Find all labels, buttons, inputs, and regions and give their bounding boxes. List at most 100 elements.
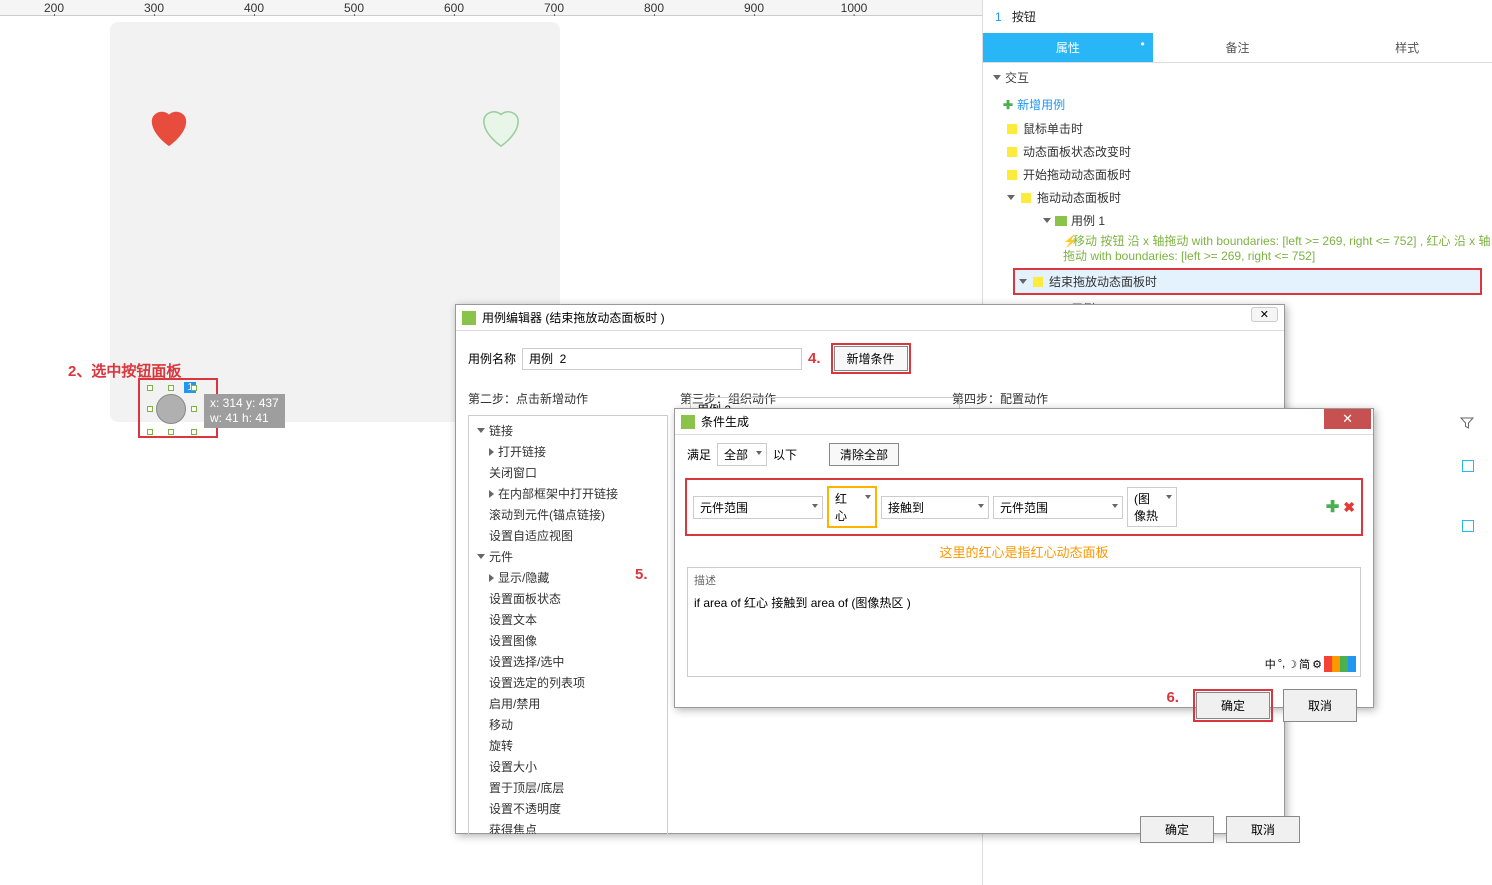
cond-type-select[interactable]: 元件范围 xyxy=(693,496,823,519)
clear-all-button[interactable]: 清除全部 xyxy=(829,443,899,466)
resize-handle[interactable] xyxy=(147,406,153,412)
ime-simp-icon[interactable]: 简 xyxy=(1299,656,1310,672)
tree-links[interactable]: 链接 xyxy=(473,420,663,441)
dialog2-titlebar[interactable]: 条件生成 ✕ xyxy=(675,409,1373,435)
action-move[interactable]: ⚡移动 按钮 沿 x 轴拖动 with boundaries: [left >=… xyxy=(1003,232,1492,266)
dialog-title: 用例编辑器 (结束拖放动态面板时 ) xyxy=(482,309,665,326)
tree-set-list-item[interactable]: 设置选定的列表项 xyxy=(473,672,663,693)
close-button[interactable]: ✕ xyxy=(1251,307,1278,322)
resize-handle[interactable] xyxy=(168,385,174,391)
tree-set-text[interactable]: 设置文本 xyxy=(473,609,663,630)
resize-handle[interactable] xyxy=(191,429,197,435)
add-row-icon[interactable]: ✚ xyxy=(1326,497,1339,517)
tree-set-selected[interactable]: 设置选择/选中 xyxy=(473,651,663,672)
checkbox-icon[interactable] xyxy=(1462,520,1474,532)
tree-rotate[interactable]: 旋转 xyxy=(473,735,663,756)
tab-notes[interactable]: 备注 xyxy=(1153,33,1323,62)
dialog-titlebar[interactable]: 用例编辑器 (结束拖放动态面板时 ) ✕ xyxy=(456,305,1284,331)
tree-bring-front-back[interactable]: 置于顶层/底层 xyxy=(473,777,663,798)
coord-wh: w: 41 h: 41 xyxy=(210,411,279,426)
condition-row: 元件范围 红心 接触到 元件范围 (图像热 ✚ ✖ xyxy=(685,478,1363,536)
ok-button[interactable]: 确定 xyxy=(1196,692,1270,719)
section-interactions[interactable]: 交互 xyxy=(983,63,1492,92)
annotation-4-box: 新增条件 xyxy=(831,343,911,374)
filter-icon[interactable] xyxy=(1460,416,1474,430)
case-name-input[interactable] xyxy=(522,348,802,370)
annotation-5: 5. xyxy=(635,566,648,583)
cond-target-type-select[interactable]: 元件范围 xyxy=(993,496,1123,519)
ime-zh-icon[interactable]: 中 xyxy=(1265,656,1276,672)
ime-moon-icon[interactable]: ☽ xyxy=(1287,658,1297,671)
tree-open-in-frame[interactable]: 在内部框架中打开链接 xyxy=(473,483,663,504)
tree-close-window[interactable]: 关闭窗口 xyxy=(473,462,663,483)
add-case-link[interactable]: ✚新增用例 xyxy=(983,92,1492,117)
close-button[interactable]: ✕ xyxy=(1324,409,1371,429)
annotation-6: 6. xyxy=(1166,689,1179,722)
cancel-button[interactable]: 取消 xyxy=(1283,689,1357,722)
tree-widgets[interactable]: 元件 xyxy=(473,546,663,567)
step2-header: 第二步：点击新增动作 xyxy=(468,386,668,411)
tree-adaptive-view[interactable]: 设置自适应视图 xyxy=(473,525,663,546)
resize-handle[interactable] xyxy=(147,385,153,391)
ruler-tick: 700 xyxy=(544,1,564,15)
ok-button[interactable]: 确定 xyxy=(1140,816,1214,843)
tree-open-link[interactable]: 打开链接 xyxy=(473,441,663,462)
annotation-6-box: 确定 xyxy=(1193,689,1273,722)
ime-toolbar[interactable]: 中 °, ☽ 简 ⚙ xyxy=(1265,656,1356,672)
annotation-4: 4. xyxy=(808,350,821,367)
tree-scroll-anchor[interactable]: 滚动到元件(锚点链接) xyxy=(473,504,663,525)
below-label: 以下 xyxy=(773,446,797,463)
ime-gear-icon[interactable]: ⚙ xyxy=(1312,658,1322,671)
expand-icon xyxy=(1043,218,1051,223)
ruler-tick: 600 xyxy=(444,1,464,15)
cond-widget-select[interactable]: 红心 xyxy=(827,486,877,528)
ruler-tick: 1000 xyxy=(841,1,868,15)
ruler-tick: 200 xyxy=(44,1,64,15)
tab-properties[interactable]: 属性• xyxy=(983,33,1153,62)
tree-move[interactable]: 移动 xyxy=(473,714,663,735)
app-icon xyxy=(681,415,695,429)
cancel-button[interactable]: 取消 xyxy=(1226,816,1300,843)
event-icon xyxy=(1033,277,1043,287)
checkbox-icon[interactable] xyxy=(1462,460,1474,472)
resize-handle[interactable] xyxy=(191,385,197,391)
remove-row-icon[interactable]: ✖ xyxy=(1343,499,1355,516)
case-name-label: 用例名称 xyxy=(468,350,516,367)
event-panel-state-change[interactable]: 动态面板状态改变时 xyxy=(1003,140,1492,163)
event-icon xyxy=(1007,147,1017,157)
case-row[interactable]: 用例 1 xyxy=(1003,209,1492,232)
cond-operator-select[interactable]: 接触到 xyxy=(881,496,989,519)
tree-focus[interactable]: 获得焦点 xyxy=(473,819,663,835)
tab-style[interactable]: 样式 xyxy=(1322,33,1492,62)
event-drag-start[interactable]: 开始拖动动态面板时 xyxy=(1003,163,1492,186)
add-condition-button[interactable]: 新增条件 xyxy=(834,346,908,371)
match-all-select[interactable]: 全部 xyxy=(717,443,767,466)
widget-name: 按钮 xyxy=(1012,10,1036,24)
coord-xy: x: 314 y: 437 xyxy=(210,396,279,411)
event-onclick[interactable]: 鼠标单击时 xyxy=(1003,117,1492,140)
annotation-3-box: 结束拖放动态面板时 xyxy=(1013,268,1482,295)
resize-handle[interactable] xyxy=(191,406,197,412)
bolt-icon: ⚡ xyxy=(1063,234,1073,249)
tree-set-image[interactable]: 设置图像 xyxy=(473,630,663,651)
action-tree[interactable]: 链接 打开链接 关闭窗口 在内部框架中打开链接 滚动到元件(锚点链接) 设置自适… xyxy=(468,415,668,835)
event-drag-drop[interactable]: 结束拖放动态面板时 xyxy=(1015,270,1480,293)
event-drag[interactable]: 拖动动态面板时 xyxy=(1003,186,1492,209)
heart-outline-icon[interactable] xyxy=(478,106,524,151)
cond-target-select[interactable]: (图像热 xyxy=(1127,487,1177,527)
ruler-tick: 300 xyxy=(144,1,164,15)
tree-set-opacity[interactable]: 设置不透明度 xyxy=(473,798,663,819)
plus-icon: ✚ xyxy=(1003,98,1013,112)
inspector-title: 1 按钮 xyxy=(983,0,1492,33)
ruler-tick: 500 xyxy=(344,1,364,15)
ruler-tick: 400 xyxy=(244,1,264,15)
heart-red-icon[interactable] xyxy=(146,106,192,151)
resize-handle[interactable] xyxy=(168,429,174,435)
description-label: 描述 xyxy=(694,572,1354,588)
tree-resize[interactable]: 设置大小 xyxy=(473,756,663,777)
tree-panel-state[interactable]: 设置面板状态 xyxy=(473,588,663,609)
selected-button-panel[interactable]: 1 xyxy=(150,388,194,432)
resize-handle[interactable] xyxy=(147,429,153,435)
tree-enable-disable[interactable]: 启用/禁用 xyxy=(473,693,663,714)
condition-builder-dialog: 条件生成 ✕ 满足 全部 以下 清除全部 5. 元件范围 红心 接触到 元件范围… xyxy=(674,408,1374,708)
